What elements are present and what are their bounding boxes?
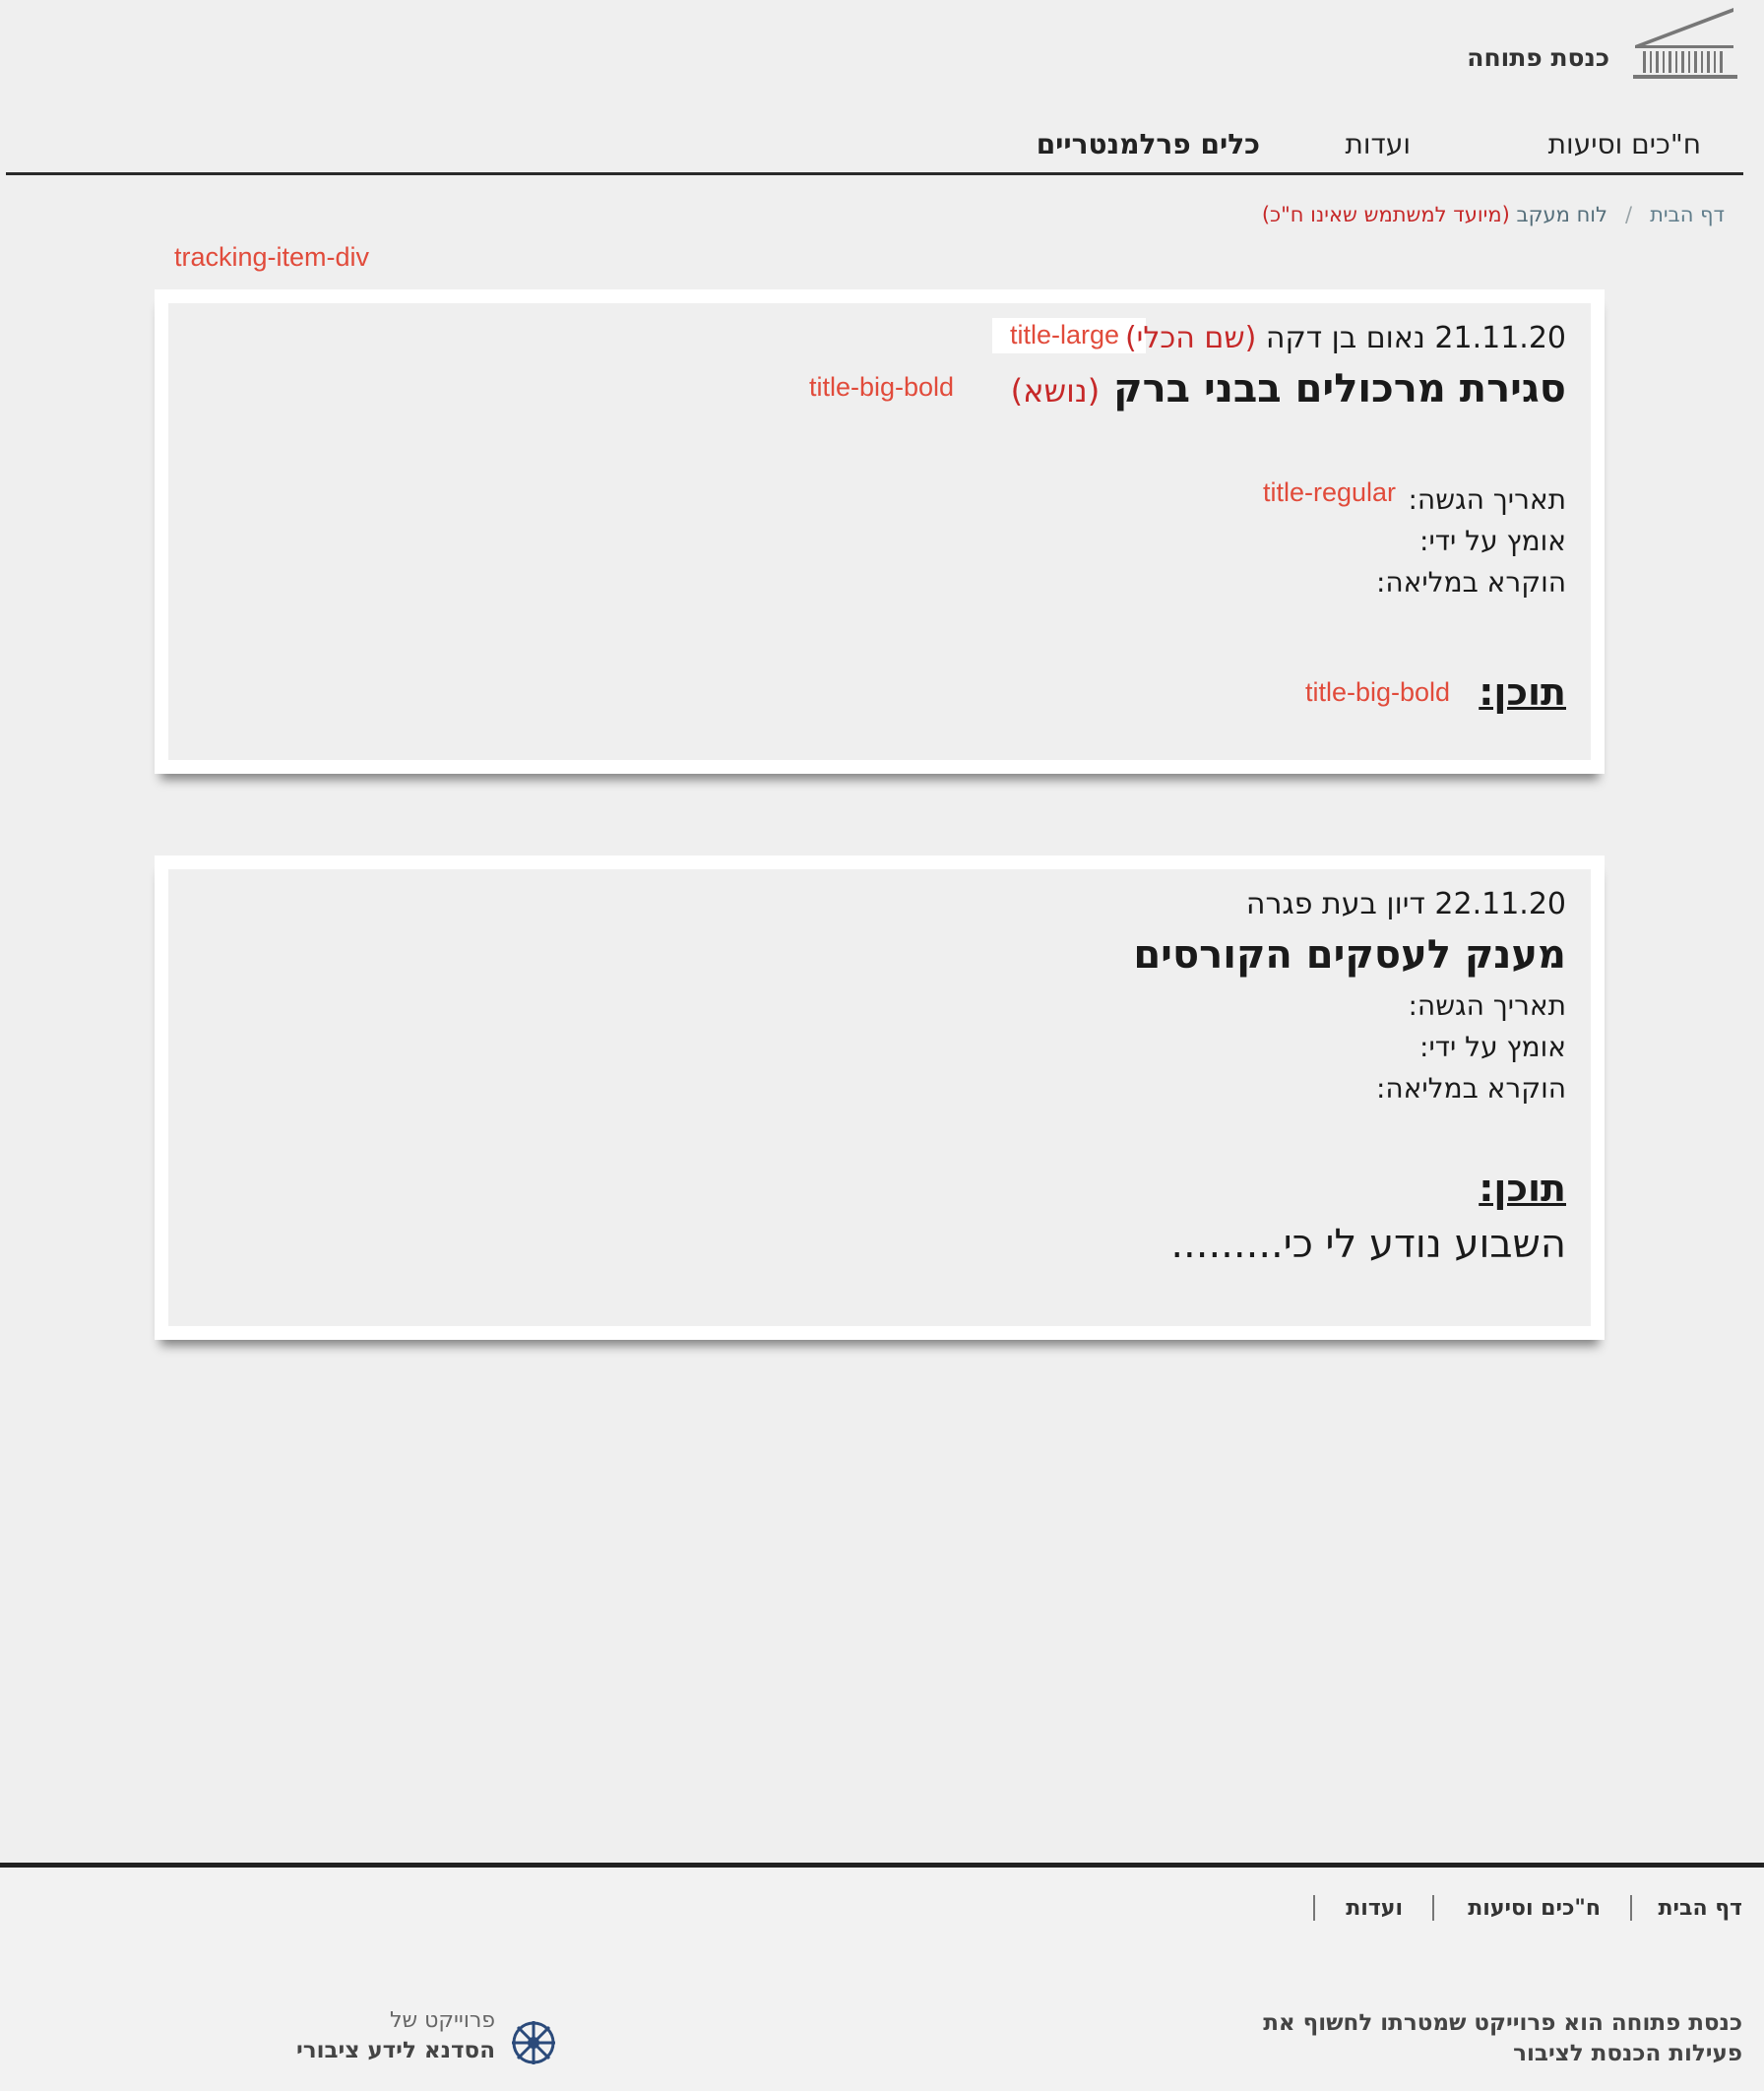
- item-subject-line: סגירת מרכולים בבני ברק (נושא): [1011, 366, 1566, 412]
- breadcrumb-current: לוח מעקב: [1516, 203, 1607, 226]
- hasadna-name[interactable]: הסדנא לידע ציבורי: [279, 2038, 495, 2063]
- item-content-title: תוכן:: [1479, 670, 1566, 714]
- annotation-title-big-bold: title-big-bold: [809, 372, 955, 402]
- tracking-item-inner: 22.11.20 דיון בעת פגרה מענק לעסקים הקורס…: [168, 869, 1591, 1326]
- nav-parliamentary-tools[interactable]: כלים פרלמנטריים: [1037, 128, 1260, 163]
- item-submitted-label: תאריך הגשה:: [1408, 989, 1566, 1022]
- tracking-item-card: title-large 21.11.20 נאום בן דקה (שם הכל…: [155, 289, 1605, 774]
- site-title[interactable]: כנסת פתוחה: [1467, 43, 1609, 72]
- breadcrumb-home[interactable]: דף הבית: [1650, 203, 1725, 226]
- item-adopted-label: אומץ על ידי:: [1419, 1031, 1566, 1063]
- footer-link-mks-factions[interactable]: ח"כים וסיעות: [1468, 1896, 1601, 1921]
- nav-committees[interactable]: ועדות: [1346, 128, 1411, 163]
- annotation-title-large: title-large: [1010, 320, 1120, 349]
- footer-separator: [1313, 1895, 1315, 1921]
- item-content-title: תוכן:: [1479, 1167, 1566, 1210]
- item-subject[interactable]: סגירת מרכולים בבני ברק: [1113, 366, 1566, 412]
- breadcrumb-note: (מיועד למשתמש שאינו ח"כ): [1261, 203, 1510, 226]
- hasadna-logo-icon[interactable]: [509, 2018, 558, 2067]
- nav-mks-factions[interactable]: ח"כים וסיעות: [1548, 128, 1701, 163]
- footer-separator: [1630, 1895, 1632, 1921]
- footer-link-home[interactable]: דף הבית: [1659, 1896, 1742, 1921]
- item-subject-tag: (נושא): [1010, 372, 1101, 410]
- item-tool-tag: (שם הכלי): [1124, 321, 1257, 355]
- item-speaker: נאום בן דקה: [1265, 321, 1425, 355]
- breadcrumb: דף הבית / לוח מעקב (מיועד למשתמש שאינו ח"כ…: [1262, 203, 1725, 226]
- item-date-line: 21.11.20 נאום בן דקה (שם הכלי): [1125, 321, 1566, 355]
- item-date: 22.11.20: [1434, 887, 1566, 921]
- footer-separator: [1432, 1895, 1434, 1921]
- annotation-title-regular: title-regular: [1263, 477, 1397, 507]
- item-date: 21.11.20: [1434, 321, 1566, 355]
- annotation-title-big-bold-2: title-big-bold: [1305, 677, 1451, 707]
- project-of-label: פרוייקט של: [390, 2008, 495, 2033]
- footer-link-committees[interactable]: ועדות: [1346, 1896, 1403, 1921]
- item-date-line: 22.11.20 דיון בעת פגרה: [1246, 887, 1566, 921]
- breadcrumb-separator: /: [1624, 203, 1633, 226]
- header-divider: [6, 172, 1743, 175]
- item-submitted-label: תאריך הגשה:: [1408, 483, 1566, 516]
- annotation-tracking-item-div: tracking-item-div: [174, 242, 370, 272]
- item-plenum-label: הוקרא במליאה:: [1375, 566, 1566, 599]
- item-subject[interactable]: מענק לעסקים הקורסים: [1133, 932, 1566, 978]
- item-plenum-label: הוקרא במליאה:: [1375, 1072, 1566, 1105]
- item-adopted-label: אומץ על ידי:: [1419, 525, 1566, 557]
- knesset-logo-icon[interactable]: [1631, 6, 1739, 81]
- footer-description-line2: פעילות הכנסת לציבור: [1513, 2041, 1742, 2066]
- item-speaker: דיון בעת פגרה: [1245, 887, 1425, 921]
- item-content-body: השבוע נודע לי כי.........: [1170, 1222, 1566, 1267]
- footer-description-line1: כנסת פתוחה הוא פרוייקט שמטרתו לחשוף את: [1263, 2010, 1742, 2036]
- footer-description: כנסת פתוחה הוא פרוייקט שמטרתו לחשוף את פ…: [1191, 2008, 1742, 2069]
- tracking-item-inner: title-large 21.11.20 נאום בן דקה (שם הכל…: [168, 303, 1591, 760]
- tracking-item-card: 22.11.20 דיון בעת פגרה מענק לעסקים הקורס…: [155, 855, 1605, 1340]
